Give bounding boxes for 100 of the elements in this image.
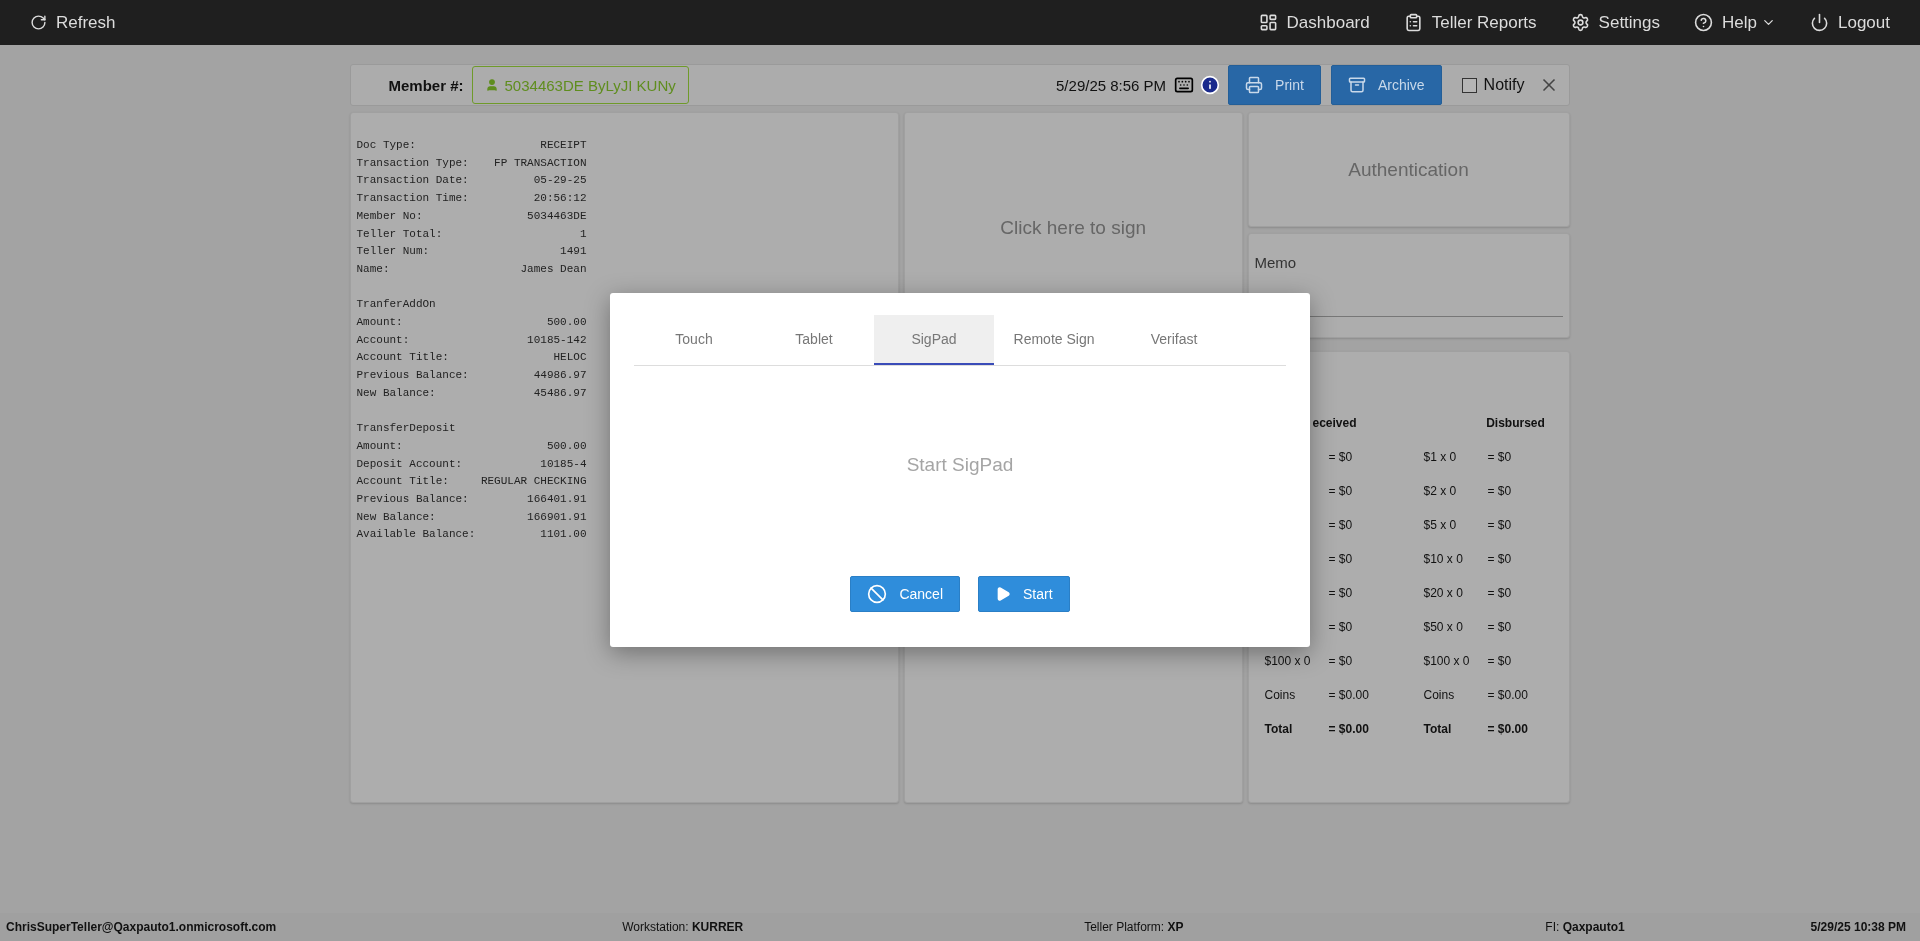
- receipt-label: Transaction Type:: [356, 155, 469, 171]
- amount-text: = $0: [1328, 518, 1353, 532]
- refresh-icon: [30, 14, 47, 31]
- status-item: ChrisSuperTeller@Qaxpauto1.onmicrosoft.com: [6, 920, 277, 934]
- authentication-title: Authentication: [1348, 158, 1469, 181]
- sign-prompt[interactable]: Click here to sign: [1000, 217, 1147, 241]
- receipt-label: Deposit Account:: [356, 456, 463, 472]
- amount-text: = $0: [1487, 484, 1512, 498]
- amount-text: = $0.00: [1487, 722, 1528, 736]
- keyboard-icon[interactable]: [1174, 75, 1195, 95]
- amount-text: = $0: [1328, 484, 1353, 498]
- receipt-label: Account Title:: [356, 474, 449, 490]
- no-entry-icon: [867, 584, 888, 604]
- amount-text: = $0: [1328, 654, 1353, 668]
- status-item: 5/29/25 10:38 PM: [1810, 920, 1906, 934]
- denomination-label: $50 x 0: [1423, 620, 1463, 634]
- receipt-label: Teller Num:: [356, 244, 430, 260]
- receipt-value: 05-29-25: [533, 173, 587, 189]
- receipt-label: Amount:: [356, 315, 403, 330]
- denomination-label: Total: [1423, 722, 1452, 736]
- amount-text: = $0: [1328, 450, 1353, 464]
- receipt-label: Member No:: [356, 208, 423, 224]
- notify-label: Notify: [1483, 76, 1525, 94]
- archive-box-icon: [1347, 76, 1366, 94]
- amount-text: = $0: [1328, 620, 1353, 634]
- status-item: Workstation: KURRER: [622, 920, 744, 934]
- printer-icon: [1245, 76, 1264, 94]
- receipt-value: 5034463DE: [527, 208, 587, 224]
- denomination-label: Coins: [1423, 688, 1455, 702]
- amount-text: = $0: [1487, 586, 1512, 600]
- amount-text: = $0.00: [1328, 722, 1369, 736]
- amount-text: = $0: [1328, 552, 1353, 566]
- receipt-value: 166401.91: [527, 492, 587, 508]
- amount-text: = $0.00: [1328, 688, 1369, 702]
- nav-link[interactable]: Settings: [1570, 12, 1661, 33]
- nav-link[interactable]: Teller Reports: [1403, 12, 1537, 33]
- receipt-value: 10185-4: [540, 456, 587, 472]
- receipt-label: Teller Total:: [356, 226, 443, 242]
- status-item: FI: Qaxpauto1: [1545, 920, 1625, 934]
- receipt-value: James Dean: [520, 261, 587, 277]
- user-icon: [484, 78, 499, 92]
- receipt-value: 45486.97: [533, 385, 587, 401]
- receipt-label: Transaction Date:: [356, 173, 469, 189]
- notify-checkbox[interactable]: [1461, 77, 1477, 93]
- receipt-label: Account Title:: [356, 350, 449, 366]
- receipt-label: New Balance:: [356, 385, 436, 401]
- clipboard-icon: [1403, 13, 1423, 32]
- receipt-value: 44986.97: [533, 368, 587, 384]
- receipt-value: 500.00: [546, 315, 587, 330]
- receipt-section-title: TransferDeposit: [356, 421, 456, 437]
- receipt-value: FP TRANSACTION: [494, 155, 587, 171]
- receipt-label: New Balance:: [356, 509, 436, 525]
- denomination-label: Coins: [1264, 688, 1296, 702]
- archive-button[interactable]: Archive: [1330, 65, 1442, 105]
- print-button[interactable]: Print: [1228, 65, 1321, 105]
- receipt-value: 166901.91: [527, 509, 587, 525]
- memo-label: Memo: [1254, 254, 1298, 271]
- nav-link[interactable]: Help: [1694, 12, 1776, 33]
- denomination-label: $100 x 0: [1423, 654, 1470, 668]
- receipt-value: HELOC: [553, 350, 587, 366]
- receipt-label: Available Balance:: [356, 527, 476, 543]
- disbursed-heading: Disbursed: [1486, 416, 1545, 430]
- date-time: 5/29/25 8:56 PM: [1056, 76, 1167, 94]
- denomination-label: $2 x 0: [1423, 484, 1457, 498]
- status-item: Teller Platform: XP: [1084, 920, 1184, 934]
- receipt-value: 20:56:12: [533, 191, 587, 207]
- nav-link[interactable]: Dashboard: [1258, 12, 1370, 33]
- receipt-label: Doc Type:: [356, 138, 416, 153]
- signature-tab[interactable]: SigPad: [874, 315, 994, 365]
- receipt-label: Previous Balance:: [356, 492, 469, 508]
- member-label: Member #:: [388, 76, 464, 94]
- info-icon[interactable]: [1200, 75, 1221, 95]
- amount-text: = $0: [1328, 586, 1353, 600]
- receipt-label: Transaction Time:: [356, 191, 469, 207]
- denomination-label: $5 x 0: [1423, 518, 1457, 532]
- receipt-value: 1: [579, 226, 587, 242]
- start-button[interactable]: Start: [978, 576, 1070, 612]
- receipt-value: 500.00: [546, 438, 587, 454]
- denomination-label: $10 x 0: [1423, 552, 1463, 566]
- amount-text: = $0: [1487, 518, 1512, 532]
- refresh-link[interactable]: Refresh: [30, 12, 116, 33]
- help-icon: [1694, 13, 1714, 32]
- dashboard-icon: [1258, 13, 1278, 32]
- receipt-label: Previous Balance:: [356, 368, 469, 384]
- amount-text: = $0: [1487, 450, 1512, 464]
- receipt-label: Amount:: [356, 438, 403, 454]
- denomination-label: $100 x 0: [1264, 654, 1311, 668]
- receipt-label: Account:: [356, 332, 410, 348]
- play-icon: [995, 586, 1011, 602]
- receipt-value: REGULAR CHECKING: [480, 474, 587, 490]
- receipt-value: RECEIPT: [540, 138, 587, 153]
- amount-text: = $0: [1487, 620, 1512, 634]
- amount-text: = $0.00: [1487, 688, 1528, 702]
- receipt-label: Name:: [356, 261, 390, 277]
- received-heading: eceived: [1312, 416, 1357, 430]
- denomination-label: Total: [1264, 722, 1293, 736]
- receipt-section-title: TranferAddOn: [356, 297, 436, 313]
- settings-icon: [1570, 13, 1590, 32]
- cancel-button[interactable]: Cancel: [850, 576, 960, 612]
- nav-link[interactable]: Logout: [1810, 12, 1890, 33]
